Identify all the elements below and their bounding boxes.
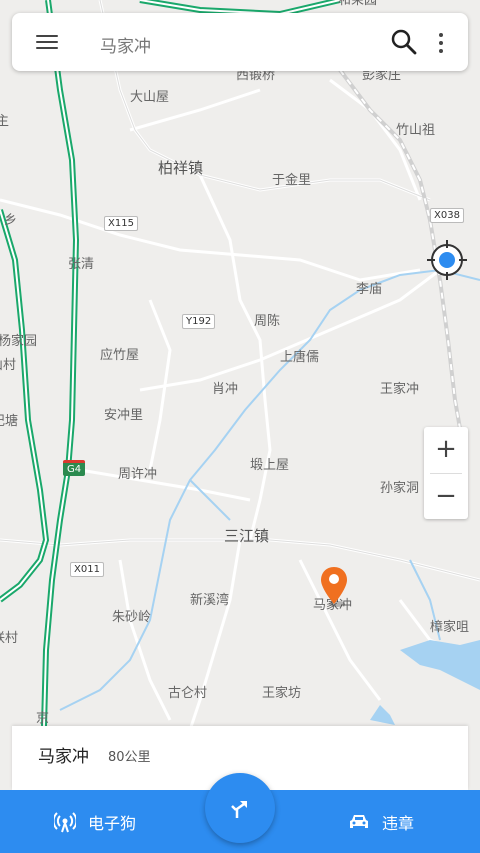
search-query[interactable]: 马家冲 (100, 32, 151, 57)
route-badge: X011 (70, 562, 104, 577)
place-label: 竹山祖 (396, 123, 436, 138)
place-name: 马家冲 (38, 747, 89, 767)
zoom-out-button[interactable]: − (424, 474, 468, 520)
place-label: 肖冲 (212, 382, 239, 397)
place-label: 塅上屋 (250, 458, 290, 473)
navigate-button[interactable] (205, 773, 275, 843)
tab-violation[interactable]: 违章 (348, 790, 414, 853)
route-turn-icon (231, 801, 247, 818)
place-label: 乡 (4, 213, 18, 228)
place-label: 上唐儒 (280, 350, 320, 365)
place-label: 王家坊 (262, 686, 302, 701)
place-label: 主 (0, 114, 10, 129)
place-label: 张清 (68, 257, 95, 272)
route-badge: Y192 (182, 314, 216, 329)
my-location-icon[interactable] (425, 238, 469, 282)
place-label: 和茉园 (338, 0, 378, 8)
place-label: 孙家洞 (380, 481, 420, 496)
place-label: 古仑村 (168, 686, 208, 701)
place-label: 于金里 (272, 173, 312, 188)
place-label: 记塘 (0, 414, 19, 429)
place-label: 三江镇 (224, 527, 270, 545)
place-label: 周陈 (254, 314, 281, 329)
more-options-icon[interactable] (434, 31, 448, 55)
place-distance: 80公里 (108, 750, 151, 765)
search-bar[interactable]: 马家冲 (12, 13, 468, 71)
tab-label: 违章 (382, 813, 415, 833)
place-label: 京 (36, 711, 50, 726)
tab-label: 电子狗 (88, 813, 137, 833)
route-badge: X038 (430, 208, 464, 223)
route-badge: X115 (104, 216, 138, 231)
highway-badge: G4 (63, 460, 86, 476)
place-label: 新溪湾 (190, 593, 230, 608)
place-label: 大山屋 (130, 90, 170, 105)
menu-icon[interactable] (34, 32, 60, 52)
place-label: 周许冲 (118, 467, 158, 482)
place-label: 李庙 (356, 282, 383, 297)
place-label: 樟家咀 (430, 620, 470, 635)
place-label: 柏祥镇 (158, 159, 204, 177)
zoom-in-button[interactable]: + (424, 427, 468, 473)
zoom-control: + − (424, 427, 468, 519)
place-label: 朱砂岭 (112, 610, 152, 625)
search-icon[interactable] (390, 28, 418, 56)
place-label: 山村 (0, 358, 17, 373)
tab-electronic-dog[interactable]: 电子狗 (54, 790, 136, 853)
place-label: 杨家园 (0, 334, 38, 349)
radar-icon (54, 811, 76, 832)
place-label: 应竹屋 (100, 348, 140, 363)
car-icon (350, 814, 368, 828)
place-label: 安冲里 (104, 408, 144, 423)
location-pin-icon[interactable] (319, 566, 349, 608)
place-label: 王家冲 (380, 382, 420, 397)
place-label: 联村 (0, 631, 19, 646)
